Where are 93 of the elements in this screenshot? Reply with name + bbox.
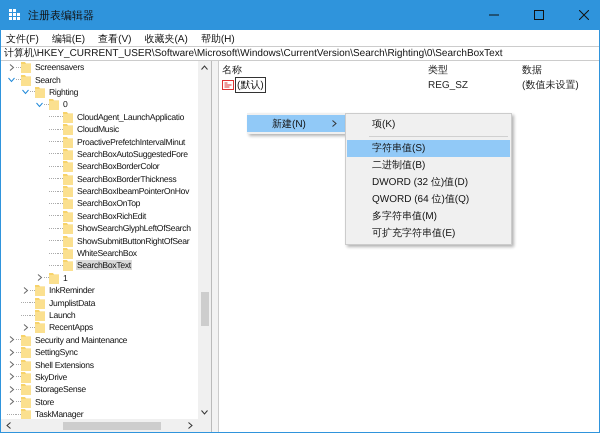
menu-item[interactable]: 文件(F) xyxy=(6,32,39,46)
folder-icon xyxy=(35,296,45,309)
folder-icon xyxy=(63,160,73,172)
tree-item[interactable]: Righting xyxy=(48,86,80,97)
address-field[interactable]: 计算机\HKEY_CURRENT_USER\Software\Microsoft\Windows\CurrentVersion\Search\Righting\0\SearchBoxText xyxy=(1,46,599,61)
menu-item[interactable]: 收藏夹(A) xyxy=(144,32,188,46)
tree-item[interactable]: SkyDrive xyxy=(34,372,68,382)
tree-item[interactable]: 0 xyxy=(62,99,68,110)
folder-icon xyxy=(35,284,45,296)
folder-icon xyxy=(63,197,73,210)
folder-icon xyxy=(63,185,73,198)
scrollbar-thumb[interactable] xyxy=(63,422,161,430)
folder-icon xyxy=(21,74,31,86)
folder-icon xyxy=(49,98,59,110)
chevron-down-icon[interactable] xyxy=(201,410,208,415)
table-cell-text: REG_SZ xyxy=(428,80,470,90)
name-field[interactable]: (默认) xyxy=(235,77,266,93)
tree-item[interactable]: 1 xyxy=(62,272,68,283)
folder-icon xyxy=(21,358,31,371)
chevron-right-icon[interactable] xyxy=(7,62,16,72)
folder-icon xyxy=(63,222,73,234)
tree-item[interactable]: SearchBoxIbeamPointerOnHov xyxy=(76,186,190,196)
tree-item[interactable]: SearchBoxBorderColor xyxy=(76,161,160,172)
folder-icon xyxy=(21,346,31,358)
folder-icon xyxy=(21,396,31,408)
tree-item[interactable]: CloudAgent_LaunchApplicatio xyxy=(76,112,186,122)
scrollbar-thumb[interactable] xyxy=(200,292,208,326)
folder-icon xyxy=(21,334,31,346)
string-value-icon xyxy=(222,80,234,90)
tree-item[interactable]: SearchBoxBorderThickness xyxy=(76,174,178,184)
folder-icon xyxy=(63,172,73,185)
tree-item[interactable]: WhiteSearchBox xyxy=(76,248,138,258)
tree-item[interactable]: JumplistData xyxy=(48,298,96,308)
folder-icon xyxy=(63,247,73,260)
folder-icon xyxy=(49,272,59,284)
registry-icon xyxy=(9,9,21,21)
menu-item[interactable]: 项(K) xyxy=(347,116,510,133)
folder-icon xyxy=(63,136,73,148)
maximize-icon[interactable] xyxy=(534,10,544,20)
menu-item[interactable]: 新建(N) xyxy=(247,115,345,132)
tree-item[interactable]: ShowSearchGlyphLeftOfSearch xyxy=(76,223,192,234)
window-title: 注册表编辑器 xyxy=(28,8,94,22)
folder-icon xyxy=(35,86,45,98)
tree-item[interactable]: SearchBoxAutoSuggestedFore xyxy=(76,148,189,159)
tree-item[interactable]: TaskManager xyxy=(34,409,84,419)
menu-item[interactable]: 多字符串值(M) xyxy=(347,208,510,225)
menu-item[interactable]: 可扩充字符串值(E) xyxy=(347,225,510,242)
folder-icon xyxy=(35,309,45,321)
folder-icon xyxy=(21,61,31,74)
horizontal-scrollbar[interactable] xyxy=(1,419,198,432)
folder-icon xyxy=(21,383,31,396)
chevron-right-icon[interactable] xyxy=(188,422,193,429)
tree-item[interactable]: StorageSense xyxy=(34,384,87,394)
menu-item[interactable]: QWORD (64 位)值(Q) xyxy=(347,191,510,208)
tree-item[interactable]: Search xyxy=(34,74,62,85)
folder-icon xyxy=(21,408,31,419)
tree-item[interactable]: InkReminder xyxy=(48,285,96,296)
table-cell-text: (数值未设置) xyxy=(522,78,580,92)
menu-item[interactable]: 字符串值(S) xyxy=(347,140,510,157)
tree-item[interactable]: Security and Maintenance xyxy=(34,334,128,345)
folder-icon xyxy=(63,148,73,160)
menu-item[interactable]: 查看(V) xyxy=(98,32,132,46)
folder-icon xyxy=(35,321,45,334)
tree-item[interactable]: SearchBoxText xyxy=(76,260,132,270)
menu-item[interactable]: 帮助(H) xyxy=(200,32,235,46)
folder-icon xyxy=(63,210,73,222)
chevron-left-icon[interactable] xyxy=(6,422,11,429)
column-header[interactable]: 类型 xyxy=(428,62,448,76)
tree-item[interactable]: SearchBoxRichEdit xyxy=(76,210,147,221)
menu-item[interactable]: DWORD (32 位)值(D) xyxy=(347,174,510,191)
tree-item[interactable]: SearchBoxOnTop xyxy=(76,198,142,208)
tree-item[interactable]: CloudMusic xyxy=(76,124,120,134)
menu-item[interactable]: 编辑(E) xyxy=(52,32,86,46)
close-icon[interactable] xyxy=(579,10,589,20)
tree-item[interactable]: Store xyxy=(34,396,56,407)
folder-icon xyxy=(63,234,73,247)
tree-item[interactable]: ProactivePrefetchIntervalMinut xyxy=(76,136,186,147)
chevron-up-icon[interactable] xyxy=(201,65,208,70)
column-header[interactable]: 数据 xyxy=(522,62,542,76)
menu-item[interactable]: 二进制值(B) xyxy=(347,157,510,174)
tree-item[interactable]: Shell Extensions xyxy=(34,360,95,370)
tree-item[interactable]: RecentApps xyxy=(48,322,94,332)
vertical-scrollbar[interactable] xyxy=(198,61,211,419)
tree-item[interactable]: Screensavers xyxy=(34,62,85,72)
folder-icon xyxy=(63,110,73,123)
tree-item[interactable]: SettingSync xyxy=(34,347,79,358)
column-header[interactable]: 名称 xyxy=(222,62,242,76)
folder-icon xyxy=(21,370,31,383)
folder-icon xyxy=(63,259,73,272)
tree-item[interactable]: Launch xyxy=(48,310,76,320)
tree-item[interactable]: ShowSubmitButtonRightOfSear xyxy=(76,236,190,246)
folder-icon xyxy=(63,123,73,136)
chevron-right-icon xyxy=(332,120,337,127)
